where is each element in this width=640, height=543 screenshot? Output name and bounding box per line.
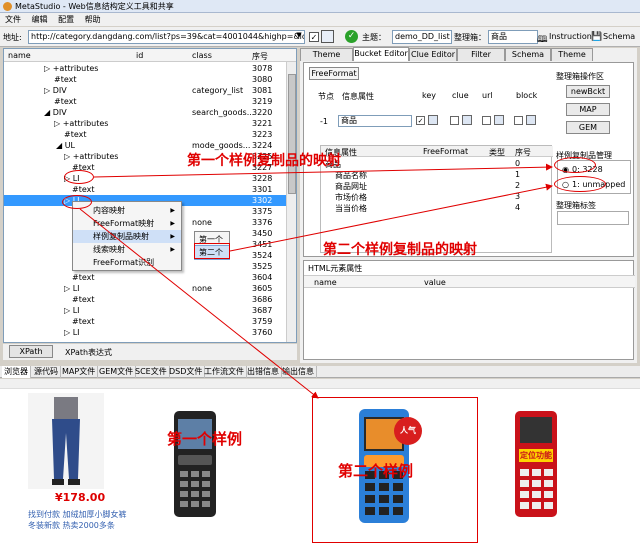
annotation-arrows xyxy=(79,163,553,399)
annotation-first-sample: 第一个样例 xyxy=(167,430,243,448)
annotation-second-copy-map: 第二个样例复制品的映射 xyxy=(323,242,477,258)
annotation-second-sample: 第二个样例 xyxy=(338,462,414,480)
annotation-first-copy-map: 第一个样例复制品的映射 xyxy=(187,153,341,169)
